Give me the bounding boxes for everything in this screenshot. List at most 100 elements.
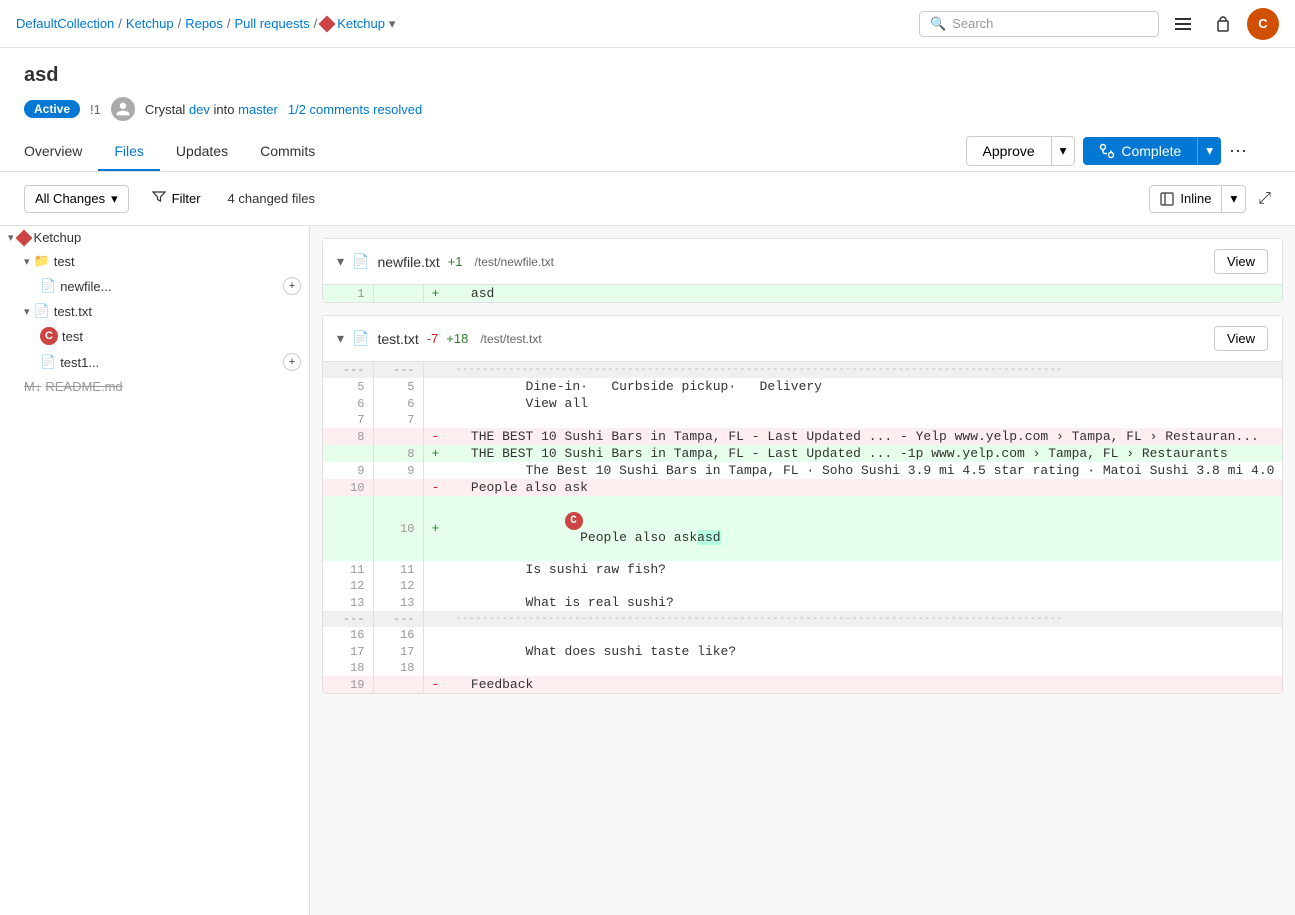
breadcrumb: DefaultCollection / Ketchup / Repos / Pu… bbox=[16, 16, 395, 32]
line-num-left: 7 bbox=[323, 412, 373, 428]
diff-filepath-2: /test/test.txt bbox=[480, 332, 541, 346]
line-num-right bbox=[373, 285, 423, 302]
line-num-right: 7 bbox=[373, 412, 423, 428]
diff-filepath-1: /test/newfile.txt bbox=[475, 255, 554, 269]
diff-content: Dine-in· Curbside pickup· Delivery bbox=[447, 378, 1282, 395]
approve-button[interactable]: Approve bbox=[966, 136, 1052, 166]
tree-folder-test[interactable]: ▾ 📁 test bbox=[0, 249, 309, 273]
line-num-right bbox=[373, 676, 423, 693]
line-num-right: 11 bbox=[373, 561, 423, 578]
tree-repo-item[interactable]: ▾ Ketchup bbox=[0, 226, 309, 249]
table-row: --- --- --------------------------------… bbox=[323, 362, 1282, 378]
diff-toggle-newfile[interactable]: ▾ bbox=[337, 253, 344, 270]
add-comment-newfile-btn[interactable]: + bbox=[283, 277, 301, 295]
tree-file-readme[interactable]: M↓ README.md bbox=[0, 375, 309, 398]
table-row: 10 - People also ask bbox=[323, 479, 1282, 496]
complete-button[interactable]: Complete bbox=[1083, 137, 1197, 165]
view-button-1[interactable]: View bbox=[1214, 249, 1268, 274]
diff-content: What does sushi taste like? bbox=[447, 643, 1282, 660]
diff-content: Is sushi raw fish? bbox=[447, 561, 1282, 578]
diff-content: ----------------------------------------… bbox=[447, 611, 1282, 627]
search-box[interactable]: 🔍 Search bbox=[919, 11, 1159, 37]
table-row: 9 9 The Best 10 Sushi Bars in Tampa, FL … bbox=[323, 462, 1282, 479]
add-comment-test1-btn[interactable]: + bbox=[283, 353, 301, 371]
filter-button[interactable]: Filter bbox=[141, 184, 212, 213]
diff-toggle-testtxt[interactable]: ▾ bbox=[337, 330, 344, 347]
diff-content: View all bbox=[447, 395, 1282, 412]
diff-marker bbox=[423, 462, 447, 479]
filter-label: Filter bbox=[172, 191, 201, 206]
line-num-left: 12 bbox=[323, 578, 373, 594]
tree-folder-label: test bbox=[54, 254, 301, 269]
inline-view-button[interactable]: Inline bbox=[1149, 185, 1222, 213]
all-changes-dropdown[interactable]: All Changes ▾ bbox=[24, 185, 129, 213]
diff-marker: - bbox=[423, 676, 447, 693]
list-icon-btn[interactable] bbox=[1167, 8, 1199, 40]
breadcrumb-pull-requests[interactable]: Pull requests bbox=[234, 16, 309, 31]
table-row: 7 7 bbox=[323, 412, 1282, 428]
main-layout: ▾ Ketchup ▾ 📁 test 📄 newfile... + ▾ 📄 te… bbox=[0, 226, 1295, 915]
tree-comment-crystal[interactable]: C test bbox=[0, 323, 309, 349]
repo-icon bbox=[15, 229, 32, 246]
search-placeholder: Search bbox=[952, 16, 993, 31]
status-badge: Active bbox=[24, 100, 80, 118]
line-num-right bbox=[373, 428, 423, 445]
user-avatar[interactable]: C bbox=[1247, 8, 1279, 40]
diff-line-text: People also ask bbox=[565, 530, 698, 545]
tree-file-test-txt-parent[interactable]: ▾ 📄 test.txt bbox=[0, 299, 309, 323]
diff-filename-1: newfile.txt bbox=[377, 254, 439, 270]
table-row: 16 16 bbox=[323, 627, 1282, 643]
diff-marker bbox=[423, 412, 447, 428]
source-branch-link[interactable]: dev bbox=[189, 102, 210, 117]
expand-button[interactable]: ⤢ bbox=[1258, 190, 1271, 208]
table-row: 12 12 bbox=[323, 578, 1282, 594]
line-num-right: 6 bbox=[373, 395, 423, 412]
view-button-2[interactable]: View bbox=[1214, 326, 1268, 351]
diff-marker: + bbox=[423, 445, 447, 462]
tab-updates[interactable]: Updates bbox=[160, 133, 244, 171]
comments-link[interactable]: 1/2 comments resolved bbox=[288, 102, 422, 117]
breadcrumb-ketchup[interactable]: Ketchup bbox=[126, 16, 174, 31]
all-changes-label: All Changes bbox=[35, 191, 105, 206]
chevron-down-icon: ▾ bbox=[111, 191, 118, 207]
inline-view-group: Inline ▾ bbox=[1149, 185, 1246, 213]
approve-dropdown-button[interactable]: ▾ bbox=[1052, 136, 1076, 166]
tree-file-test1[interactable]: 📄 test1... + bbox=[0, 349, 309, 375]
line-num-left bbox=[323, 445, 373, 462]
line-num-right: 10 bbox=[373, 496, 423, 561]
inline-dropdown-button[interactable]: ▾ bbox=[1222, 185, 1246, 213]
diff-table-2: --- --- --------------------------------… bbox=[323, 362, 1283, 693]
tree-readme-label: README.md bbox=[45, 379, 301, 394]
collapse-file-icon: ▾ bbox=[24, 305, 30, 318]
target-branch-link[interactable]: master bbox=[238, 102, 278, 117]
markdown-icon: M↓ bbox=[24, 379, 41, 394]
diff-content: Feedback bbox=[447, 676, 1282, 693]
breadcrumb-repo-name[interactable]: Ketchup bbox=[337, 16, 385, 31]
diff-file-testtxt: ▾ 📄 test.txt -7 +18 /test/test.txt View … bbox=[322, 315, 1283, 694]
tree-comment-label: test bbox=[62, 329, 301, 344]
line-num-left: 13 bbox=[323, 594, 373, 611]
breadcrumb-repos[interactable]: Repos bbox=[185, 16, 223, 31]
tab-overview[interactable]: Overview bbox=[24, 133, 98, 171]
tab-commits[interactable]: Commits bbox=[244, 133, 331, 171]
line-num-left: 16 bbox=[323, 627, 373, 643]
line-num-left: 6 bbox=[323, 395, 373, 412]
line-num-left: 17 bbox=[323, 643, 373, 660]
author-avatar bbox=[111, 97, 135, 121]
tree-repo-label: Ketchup bbox=[34, 230, 301, 245]
line-num-right: 9 bbox=[373, 462, 423, 479]
tab-files[interactable]: Files bbox=[98, 133, 160, 171]
line-num-left: --- bbox=[323, 611, 373, 627]
complete-dropdown-button[interactable]: ▾ bbox=[1197, 137, 1221, 165]
more-actions-button[interactable]: ⋯ bbox=[1229, 141, 1247, 162]
diff-content: What is real sushi? bbox=[447, 594, 1282, 611]
table-row: 1 + asd bbox=[323, 285, 1282, 302]
breadcrumb-default-collection[interactable]: DefaultCollection bbox=[16, 16, 114, 31]
tree-file-newfile[interactable]: 📄 newfile... + bbox=[0, 273, 309, 299]
collapse-folder-icon: ▾ bbox=[24, 255, 30, 268]
table-row: 17 17 What does sushi taste like? bbox=[323, 643, 1282, 660]
diff-marker bbox=[423, 660, 447, 676]
collapse-repo-icon: ▾ bbox=[8, 231, 14, 244]
diff-content bbox=[447, 627, 1282, 643]
bag-icon-btn[interactable] bbox=[1207, 8, 1239, 40]
